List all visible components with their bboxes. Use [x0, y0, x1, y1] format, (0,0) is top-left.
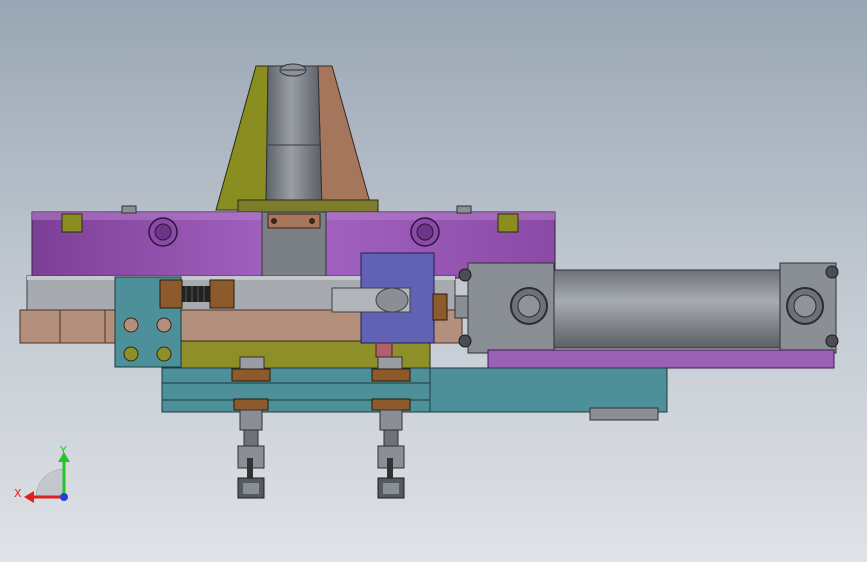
cad-viewport[interactable]: Y X — [0, 0, 867, 562]
orientation-triad[interactable]: Y X — [14, 444, 70, 503]
x-axis-label: X — [14, 487, 22, 500]
tapered-cone — [215, 63, 379, 215]
y-axis-label: Y — [59, 444, 67, 457]
assembly-drawing: Y X — [14, 63, 839, 503]
locating-pins — [237, 409, 405, 499]
pneumatic-cylinder — [454, 262, 839, 369]
z-axis-dot — [60, 493, 68, 501]
